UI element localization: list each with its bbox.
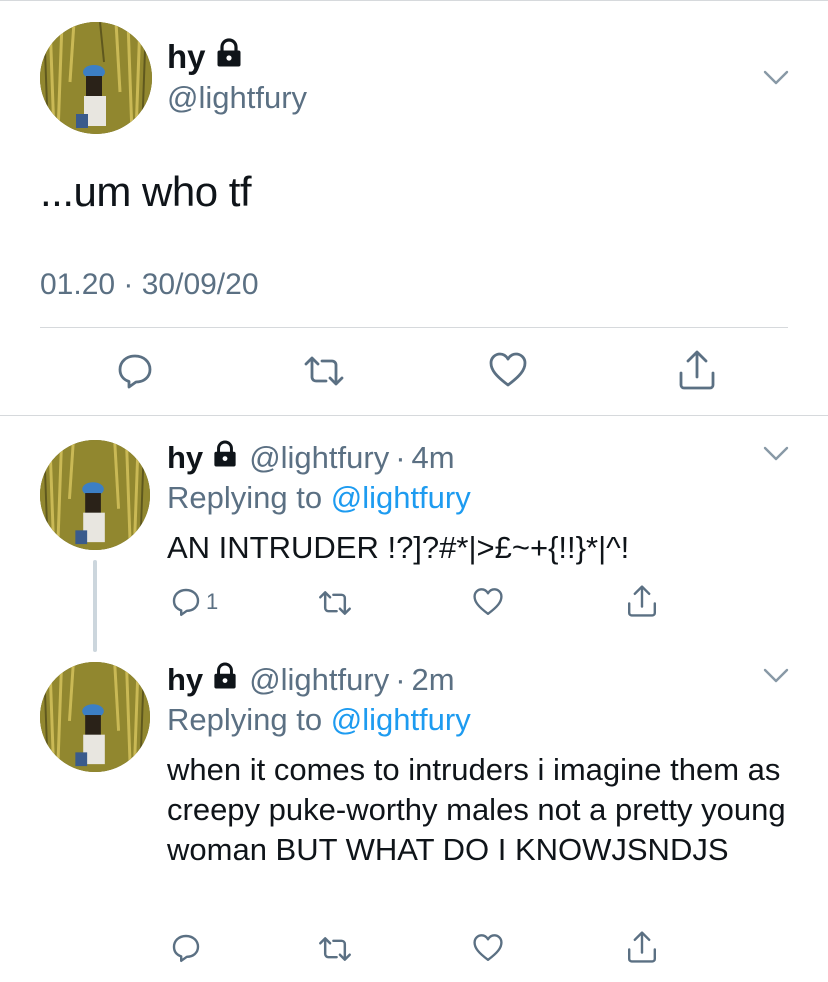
handle[interactable]: @lightfury <box>249 440 389 476</box>
reply-icon <box>115 351 155 391</box>
retweet-icon <box>302 353 346 389</box>
reply-button[interactable]: 1 <box>170 586 218 618</box>
reply-header: hy @lightfury · 4m <box>167 440 455 476</box>
share-button[interactable] <box>626 930 658 964</box>
retweet-button[interactable] <box>317 588 353 618</box>
replying-to: Replying to @lightfury <box>167 702 471 738</box>
share-button[interactable] <box>677 349 717 391</box>
timestamp[interactable]: 01.20 · 30/09/20 <box>40 268 259 302</box>
tweet-text: when it comes to intruders i imagine the… <box>167 752 786 867</box>
avatar[interactable] <box>40 440 150 550</box>
like-icon <box>472 933 504 963</box>
like-icon <box>472 587 504 617</box>
share-button[interactable] <box>626 584 658 618</box>
lock-icon <box>213 440 237 476</box>
chevron-down-icon[interactable] <box>763 668 789 684</box>
retweet-icon <box>317 934 353 964</box>
reply-icon <box>170 586 202 618</box>
divider <box>40 327 788 328</box>
main-tweet: hy @lightfury ...um who tf 01.20 · 30/09… <box>0 0 828 416</box>
reply-icon <box>170 932 202 964</box>
reply-button[interactable] <box>170 932 202 964</box>
share-icon <box>626 930 658 964</box>
reply-count: 1 <box>206 589 219 614</box>
reply-tweet[interactable]: hy @lightfury · 4m Replying to @lightfur… <box>0 440 828 630</box>
action-bar <box>0 345 828 401</box>
thread-connector <box>93 560 97 652</box>
avatar[interactable] <box>40 22 152 134</box>
like-button[interactable] <box>488 351 528 389</box>
chevron-down-icon[interactable] <box>763 70 789 86</box>
chevron-down-icon[interactable] <box>763 446 789 462</box>
retweet-button[interactable] <box>302 353 346 389</box>
tweet-text: ...um who tf <box>40 168 252 215</box>
replying-prefix: Replying to <box>167 702 323 737</box>
time-ago[interactable]: 2m <box>412 662 455 698</box>
replying-prefix: Replying to <box>167 480 323 515</box>
lock-icon <box>216 38 242 76</box>
avatar[interactable] <box>40 662 150 772</box>
share-icon <box>626 584 658 618</box>
replying-to-link[interactable]: @lightfury <box>331 480 471 515</box>
reply-tweet[interactable]: hy @lightfury · 2m Replying to @lightfur… <box>0 662 828 980</box>
share-icon <box>677 349 717 391</box>
display-name-row[interactable]: hy <box>167 38 242 76</box>
lock-icon <box>213 662 237 698</box>
time-ago[interactable]: 4m <box>412 440 455 476</box>
retweet-icon <box>317 588 353 618</box>
replying-to: Replying to @lightfury <box>167 480 471 516</box>
reply-header: hy @lightfury · 2m <box>167 662 455 698</box>
separator-dot: · <box>395 440 406 475</box>
like-button[interactable] <box>472 587 504 617</box>
like-icon <box>488 351 528 389</box>
display-name[interactable]: hy <box>167 662 203 698</box>
divider <box>0 415 828 416</box>
separator-dot: · <box>395 662 406 697</box>
display-name[interactable]: hy <box>167 38 206 76</box>
replying-to-link[interactable]: @lightfury <box>331 702 471 737</box>
display-name[interactable]: hy <box>167 440 203 476</box>
handle[interactable]: @lightfury <box>167 80 307 116</box>
tweet-text: AN INTRUDER !?]?#*|>£~+{!!}*|^! <box>167 530 630 565</box>
like-button[interactable] <box>472 933 504 963</box>
handle[interactable]: @lightfury <box>249 662 389 698</box>
retweet-button[interactable] <box>317 934 353 964</box>
reply-button[interactable] <box>115 351 155 391</box>
